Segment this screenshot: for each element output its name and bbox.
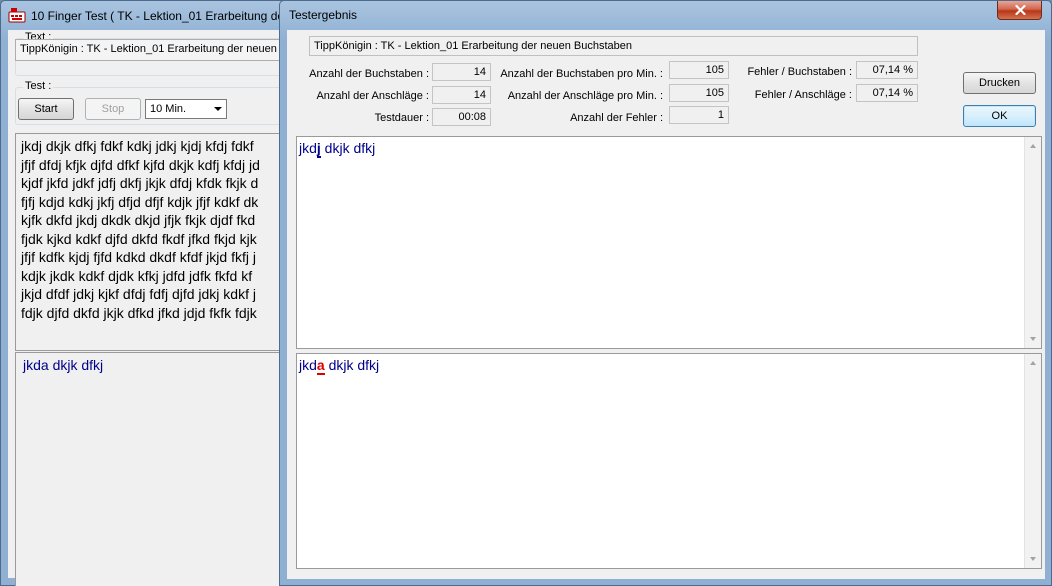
main-window-client: Text : TippKönigin : TK - Lektion_01 Era… xyxy=(8,30,305,586)
source-text-line: kdjk jkdk kdkf djdk kfkj jdfd jdfk fkfd … xyxy=(21,267,253,284)
source-text-line: fdjk djfd dkfd jkjk dfkd jfkd jdjd fkfk … xyxy=(21,304,257,321)
source-text-line: fjdk kjkd kdkf djfd dkfd fkdf jfkd fkjd … xyxy=(21,230,257,247)
letters-per-min-value: 105 xyxy=(669,61,729,79)
expected-scrollbar[interactable] xyxy=(1024,137,1041,348)
start-button[interactable]: Start xyxy=(18,98,74,120)
dialog-client: TippKönigin : TK - Lektion_01 Erarbeitun… xyxy=(287,30,1045,579)
duration-select[interactable]: 10 Min. xyxy=(145,99,227,119)
expected-text-after: dkjk dfkj xyxy=(320,140,376,156)
expected-text-pane[interactable]: jkdj dkjk dfkj xyxy=(296,136,1042,349)
keystrokes-per-min-label: Anzahl der Anschläge pro Min. : xyxy=(507,90,663,102)
scroll-up-arrow-icon[interactable] xyxy=(1030,361,1036,365)
actual-text-pane[interactable]: jkda dkjk dfkj xyxy=(296,353,1042,569)
dialog-title: Testergebnis xyxy=(289,8,358,22)
text-info-field: TippKönigin : TK - Lektion_01 Erarbeitun… xyxy=(15,39,305,61)
duration-value: 00:08 xyxy=(432,108,491,126)
duration-select-value: 10 Min. xyxy=(150,103,187,115)
typed-text-area[interactable]: jkda dkjk dfkj xyxy=(15,352,305,586)
stop-button[interactable]: Stop xyxy=(85,98,141,120)
letters-value: 14 xyxy=(432,63,491,81)
actual-text-before: jkd xyxy=(299,357,317,373)
duration-label: Testdauer : xyxy=(374,112,429,124)
close-icon xyxy=(1015,5,1026,15)
main-titlebar[interactable]: 10 Finger Test ( TK - Lektion_01 Erarbei… xyxy=(1,1,399,29)
source-text-line: jfjf kdfk kjdj fjfd kdkd dkdf kfdf jkjd … xyxy=(21,249,256,265)
letters-label: Anzahl der Buchstaben : xyxy=(309,68,429,80)
result-dialog: Testergebnis TippKönigin : TK - Lektion_… xyxy=(279,0,1052,586)
source-text-line: kjfk dkfd jkdj dkdk dkjd jfjk fkjk djdf … xyxy=(21,212,256,228)
actual-scrollbar[interactable] xyxy=(1024,354,1041,568)
close-button[interactable] xyxy=(997,1,1042,20)
source-text-line: jkjd dfdf jdkj kjkf dfdj fdfj djfd jdkj … xyxy=(21,286,256,302)
scroll-up-arrow-icon[interactable] xyxy=(1030,144,1036,148)
keystrokes-label: Anzahl der Anschläge : xyxy=(316,90,429,102)
actual-text-after: dkjk dfkj xyxy=(324,357,380,373)
print-button[interactable]: Drucken xyxy=(963,72,1036,94)
actual-text-error-mark: a xyxy=(316,357,325,375)
source-text-line: jkdj dkjk dfkj fdkf kdkj jdkj kjdj kfdj … xyxy=(21,138,254,154)
scroll-down-arrow-icon[interactable] xyxy=(1030,337,1036,341)
expected-text-before: jkd xyxy=(299,140,317,156)
source-text-line: kjdf jkfd jdkf jdfj dkfj jkjk dfdj kfdk … xyxy=(21,175,259,191)
lesson-title-field: TippKönigin : TK - Lektion_01 Erarbeitun… xyxy=(309,36,918,56)
errors-value: 1 xyxy=(669,106,729,124)
source-text-line: jfjf dfdj kfjk djfd dfkf kjfd dkjk kdfj … xyxy=(21,156,260,173)
keystrokes-value: 14 xyxy=(432,86,491,104)
source-text-line: fjfj kdjd kdkj jkfj dfjd dfjf kdjk jfjf … xyxy=(21,193,259,210)
chevron-down-icon xyxy=(214,107,222,111)
letters-per-min-label: Anzahl der Buchstaben pro Min. : xyxy=(500,68,663,80)
ok-button[interactable]: OK xyxy=(963,105,1036,127)
error-keystrokes-value: 07,14 % xyxy=(856,84,918,102)
actual-text: jkda dkjk dfkj xyxy=(299,357,380,375)
expected-text: jkdj dkjk dfkj xyxy=(299,140,376,158)
error-letters-label: Fehler / Buchstaben : xyxy=(747,66,852,78)
errors-label: Anzahl der Fehler : xyxy=(570,112,663,124)
error-letters-value: 07,14 % xyxy=(856,61,918,79)
scroll-down-arrow-icon[interactable] xyxy=(1030,557,1036,561)
keystrokes-per-min-value: 105 xyxy=(669,84,729,102)
main-window: 10 Finger Test ( TK - Lektion_01 Erarbei… xyxy=(0,0,399,586)
source-text-area: jkdj dkjk dfkj fdkf kdkj jdkj kjdj kfdj … xyxy=(15,133,305,351)
test-group-label: Test : xyxy=(23,80,54,92)
app-icon xyxy=(8,8,26,23)
error-keystrokes-label: Fehler / Anschläge : xyxy=(754,89,852,101)
